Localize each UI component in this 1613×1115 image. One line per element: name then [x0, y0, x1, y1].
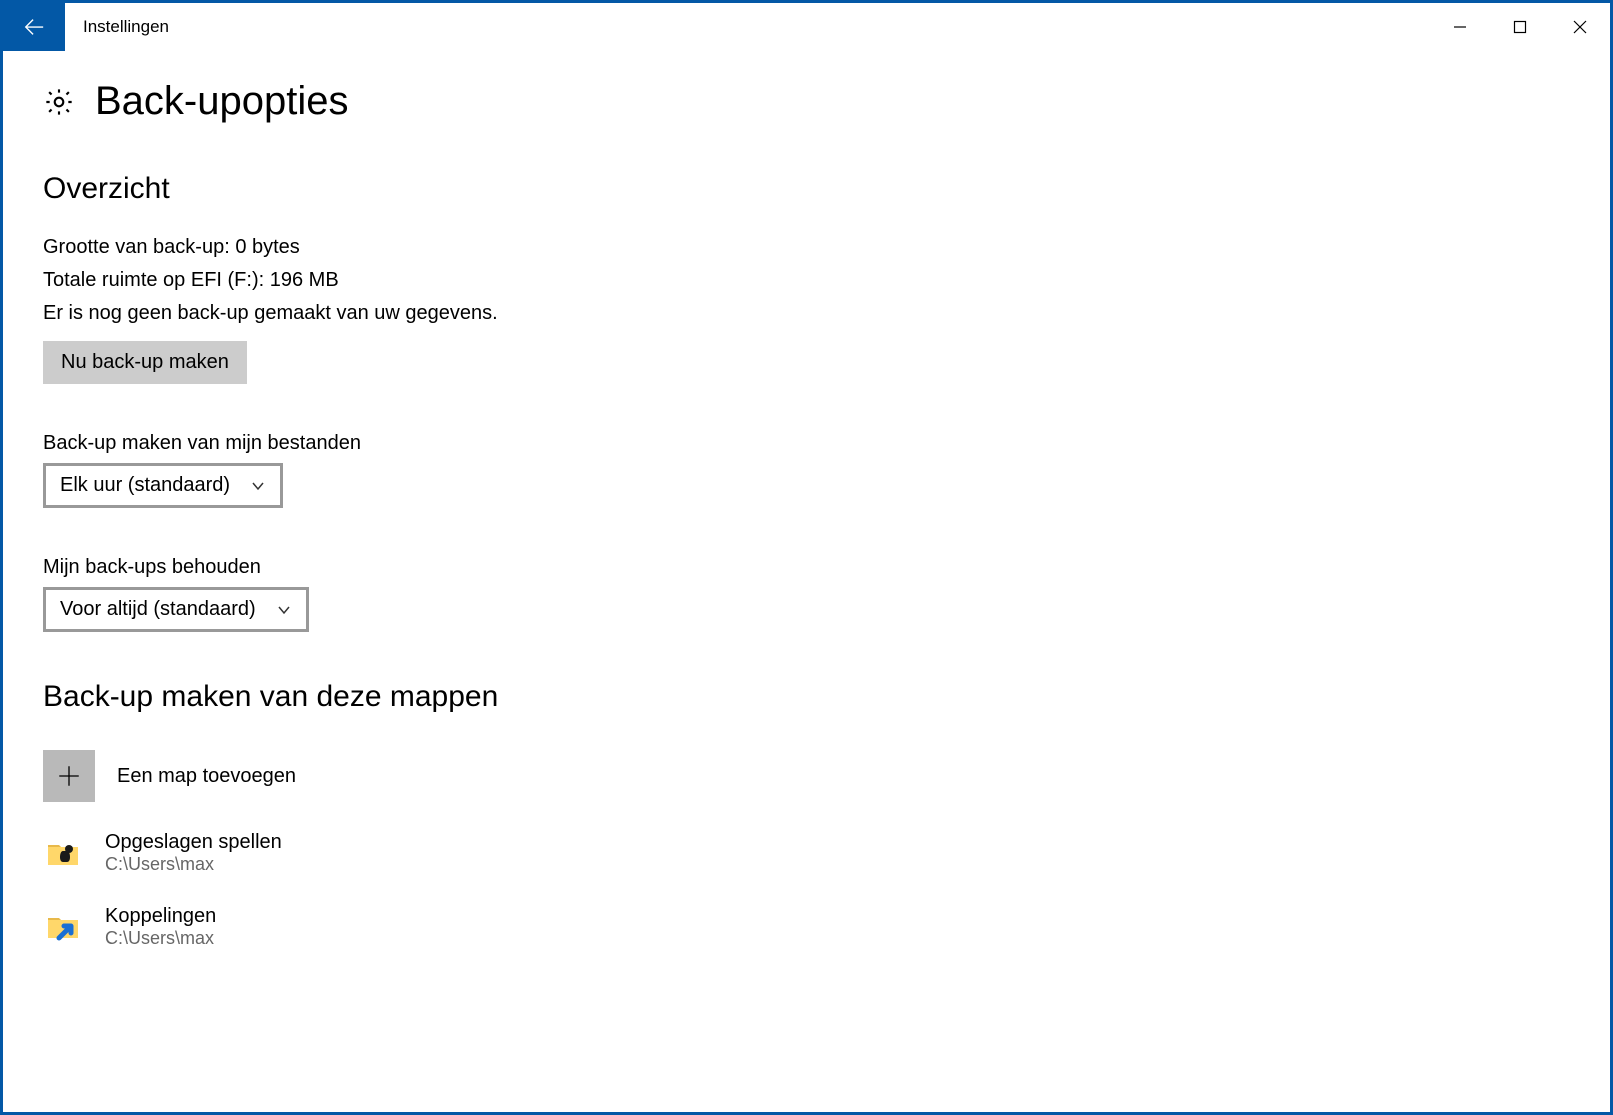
retention-label: Mijn back-ups behouden [43, 556, 1570, 579]
total-space-text: Totale ruimte op EFI (F:): 196 MB [43, 269, 1570, 292]
frequency-section: Back-up maken van mijn bestanden Elk uur… [43, 432, 1570, 548]
plus-icon [56, 763, 82, 789]
folder-path: C:\Users\max [105, 928, 216, 950]
folder-path: C:\Users\max [105, 854, 282, 876]
folder-item[interactable]: Koppelingen C:\Users\max [43, 904, 1570, 950]
folder-name: Opgeslagen spellen [105, 830, 282, 854]
folder-name: Koppelingen [105, 904, 216, 928]
frequency-label: Back-up maken van mijn bestanden [43, 432, 1570, 455]
chevron-down-icon [276, 602, 292, 618]
plus-tile [43, 750, 95, 802]
folders-heading: Back-up maken van deze mappen [43, 680, 1570, 714]
frequency-dropdown[interactable]: Elk uur (standaard) [43, 463, 283, 508]
retention-selected: Voor altijd (standaard) [60, 598, 256, 621]
add-folder-button[interactable]: Een map toevoegen [43, 750, 1570, 802]
backup-status-text: Er is nog geen back-up gemaakt van uw ge… [43, 302, 1570, 325]
window-title: Instellingen [65, 3, 1430, 51]
maximize-button[interactable] [1490, 3, 1550, 51]
chevron-down-icon [250, 478, 266, 494]
retention-dropdown[interactable]: Voor altijd (standaard) [43, 587, 309, 632]
window-controls [1430, 3, 1610, 51]
backup-now-button[interactable]: Nu back-up maken [43, 341, 247, 384]
frequency-selected: Elk uur (standaard) [60, 474, 230, 497]
backup-size-text: Grootte van back-up: 0 bytes [43, 236, 1570, 259]
page-title: Back-upopties [95, 79, 348, 124]
page-header: Back-upopties [43, 79, 1570, 124]
minimize-icon [1453, 20, 1467, 34]
close-button[interactable] [1550, 3, 1610, 51]
minimize-button[interactable] [1430, 3, 1490, 51]
close-icon [1573, 20, 1587, 34]
back-arrow-icon [23, 16, 45, 38]
content-area: Back-upopties Overzicht Grootte van back… [3, 51, 1610, 949]
links-folder-icon [43, 906, 83, 946]
add-folder-label: Een map toevoegen [117, 764, 296, 788]
gear-icon [43, 86, 75, 118]
folder-item[interactable]: Opgeslagen spellen C:\Users\max [43, 830, 1570, 876]
maximize-icon [1513, 20, 1527, 34]
titlebar: Instellingen [3, 3, 1610, 51]
overview-heading: Overzicht [43, 172, 1570, 206]
back-button[interactable] [3, 3, 65, 51]
retention-section: Mijn back-ups behouden Voor altijd (stan… [43, 556, 1570, 672]
saved-games-folder-icon [43, 833, 83, 873]
